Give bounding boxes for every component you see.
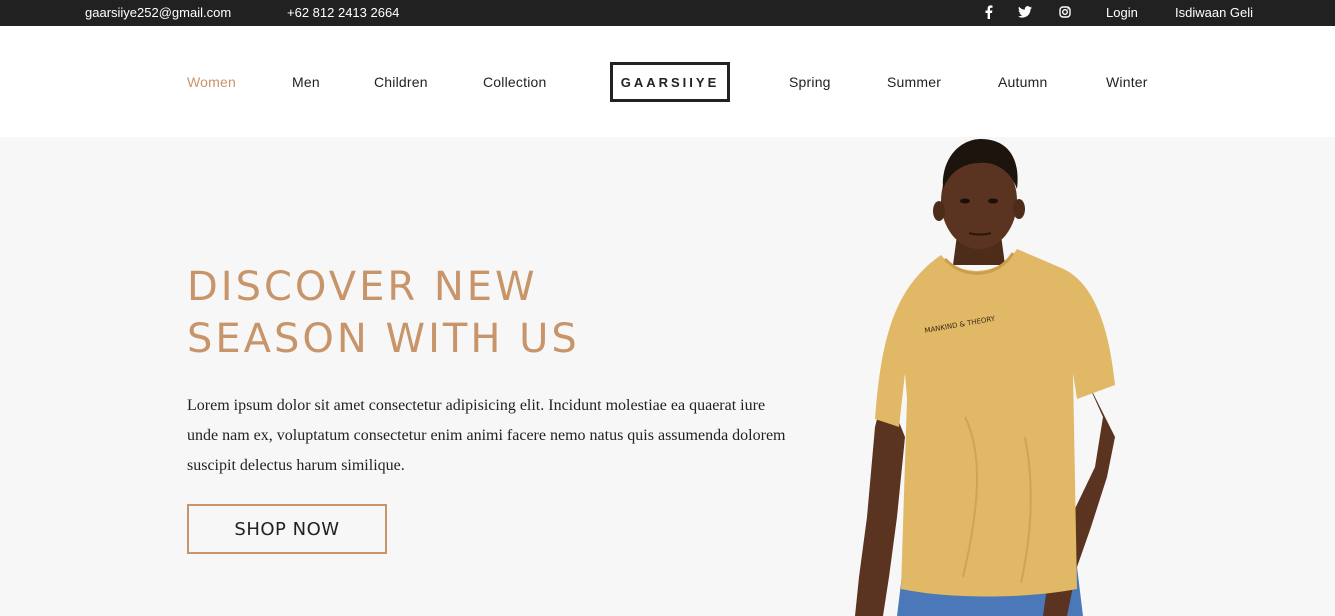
nav-link-spring[interactable]: Spring bbox=[789, 74, 831, 90]
contact-phone[interactable]: +62 812 2413 2664 bbox=[287, 5, 399, 20]
shop-now-button[interactable]: SHOP NOW bbox=[187, 504, 387, 554]
top-bar: gaarsiiye252@gmail.com +62 812 2413 2664… bbox=[0, 0, 1335, 26]
contact-email[interactable]: gaarsiiye252@gmail.com bbox=[85, 5, 231, 20]
instagram-icon[interactable] bbox=[1058, 4, 1072, 20]
nav-link-summer[interactable]: Summer bbox=[887, 74, 941, 90]
hero-title-line-2: SEASON WITH US bbox=[187, 316, 580, 362]
nav-link-children[interactable]: Children bbox=[374, 74, 428, 90]
nav-link-men[interactable]: Men bbox=[292, 74, 320, 90]
twitter-icon[interactable] bbox=[1018, 4, 1032, 20]
hero-title-line-1: DISCOVER NEW bbox=[187, 264, 538, 310]
nav-link-women[interactable]: Women bbox=[187, 74, 236, 90]
nav-link-autumn[interactable]: Autumn bbox=[998, 74, 1047, 90]
hero-title: DISCOVER NEW SEASON WITH US bbox=[187, 261, 707, 365]
login-link[interactable]: Login bbox=[1106, 5, 1138, 20]
main-navigation: Women Men Children Collection GAARSIIYE … bbox=[0, 26, 1335, 137]
register-link[interactable]: Isdiwaan Geli bbox=[1175, 5, 1253, 20]
hero-section: DISCOVER NEW SEASON WITH US Lorem ipsum … bbox=[0, 137, 1335, 616]
site-logo[interactable]: GAARSIIYE bbox=[610, 62, 730, 102]
model-image: MANKIND & THEORY bbox=[855, 139, 1115, 616]
nav-link-winter[interactable]: Winter bbox=[1106, 74, 1148, 90]
nav-link-collection[interactable]: Collection bbox=[483, 74, 546, 90]
hero-description: Lorem ipsum dolor sit amet consectetur a… bbox=[187, 397, 786, 474]
facebook-icon[interactable] bbox=[982, 4, 996, 20]
